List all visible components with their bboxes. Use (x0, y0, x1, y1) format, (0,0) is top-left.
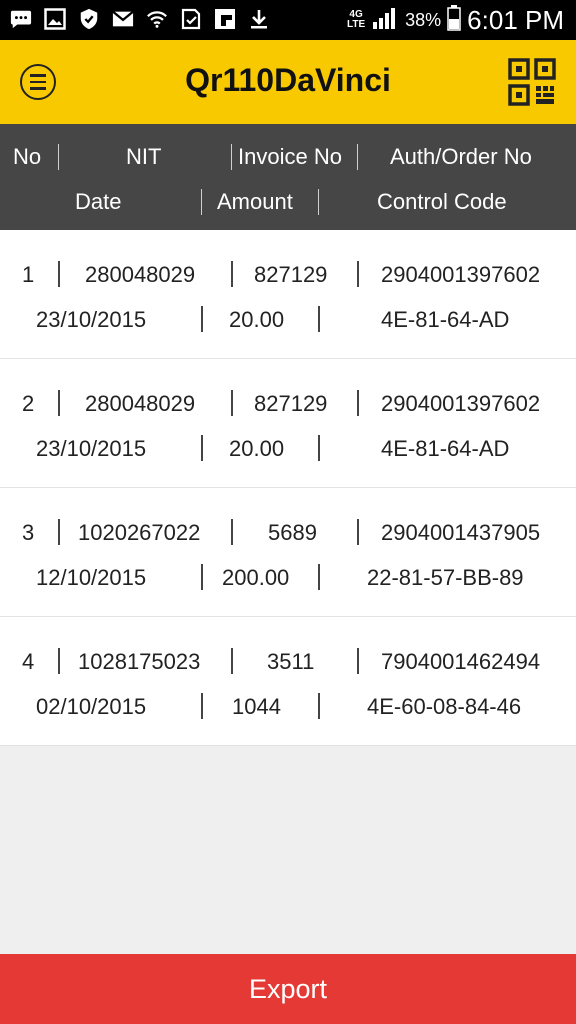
invoice-row[interactable]: 1 280048029 827129 2904001397602 23/10/2… (0, 230, 576, 359)
invoice-auth-order: 7904001462494 (381, 649, 541, 674)
notification-icons (10, 8, 270, 30)
cell-divider (201, 564, 203, 590)
cell-divider (58, 390, 60, 416)
column-header: No NIT Invoice No Auth/Order No Date Amo… (0, 124, 576, 230)
invoice-amount: 200.00 (222, 565, 290, 590)
invoice-amount: 20.00 (229, 307, 285, 332)
cell-divider (357, 519, 359, 545)
clock: 6:01 PM (467, 4, 564, 35)
cell-divider (201, 306, 203, 332)
invoice-no-index: 4 (22, 649, 35, 674)
shield-icon (78, 8, 100, 30)
invoice-list: 1 280048029 827129 2904001397602 23/10/2… (0, 230, 576, 746)
column-invoice-no: Invoice No (238, 144, 342, 169)
invoice-number: 5689 (268, 520, 317, 545)
invoice-auth-order: 2904001397602 (381, 391, 541, 416)
flipboard-icon (214, 8, 236, 30)
invoice-nit: 280048029 (85, 262, 196, 287)
lte-icon: 4G LTE (346, 9, 366, 30)
invoice-row[interactable]: 4 1028175023 3511 7904001462494 02/10/20… (0, 617, 576, 746)
download-check-icon (180, 8, 202, 30)
download-icon (248, 8, 270, 30)
column-divider (231, 144, 232, 170)
chat-icon (10, 8, 32, 30)
cell-divider (318, 306, 320, 332)
invoice-date: 12/10/2015 (36, 565, 147, 590)
invoice-auth-order: 2904001397602 (381, 262, 541, 287)
invoice-control-code: 4E-81-64-AD (381, 436, 510, 461)
app-title: Qr110DaVinci (185, 62, 391, 98)
image-icon (44, 8, 66, 30)
column-control-code: Control Code (377, 189, 507, 214)
invoice-number: 827129 (254, 391, 328, 416)
system-indicators: 4G LTE 38% 6:01 PM (347, 4, 564, 36)
cell-divider (357, 261, 359, 287)
invoice-row[interactable]: 2 280048029 827129 2904001397602 23/10/2… (0, 359, 576, 488)
battery-percent: 38% (405, 9, 442, 30)
qr-scan-button[interactable] (508, 58, 556, 106)
column-date: Date (75, 189, 122, 214)
wifi-icon (146, 8, 168, 30)
cell-divider (58, 261, 60, 287)
column-divider (201, 189, 202, 215)
invoice-nit: 1028175023 (78, 649, 201, 674)
invoice-number: 827129 (254, 262, 328, 287)
signal-icon (371, 6, 399, 35)
invoice-amount: 20.00 (229, 436, 285, 461)
cell-divider (318, 564, 320, 590)
invoice-date: 23/10/2015 (36, 436, 147, 461)
cell-divider (201, 435, 203, 461)
column-no: No (13, 144, 42, 169)
cell-divider (357, 390, 359, 416)
cell-divider (201, 693, 203, 719)
invoice-no-index: 1 (22, 262, 35, 287)
column-nit: NIT (126, 144, 162, 169)
cell-divider (58, 648, 60, 674)
invoice-nit: 280048029 (85, 391, 196, 416)
battery-icon (447, 4, 461, 36)
invoice-row[interactable]: 3 1020267022 5689 2904001437905 12/10/20… (0, 488, 576, 617)
qr-code-icon (508, 58, 556, 106)
cell-divider (318, 693, 320, 719)
app-bar: Qr110DaVinci (0, 40, 576, 124)
cell-divider (231, 519, 233, 545)
cell-divider (231, 648, 233, 674)
column-divider (58, 144, 59, 170)
invoice-nit: 1020267022 (78, 520, 201, 545)
invoice-no-index: 2 (22, 391, 35, 416)
network-label: 4G (349, 9, 363, 20)
invoice-auth-order: 2904001437905 (381, 520, 541, 545)
export-button[interactable]: Export (0, 954, 576, 1024)
invoice-date: 02/10/2015 (36, 694, 147, 719)
cell-divider (231, 390, 233, 416)
column-amount: Amount (217, 189, 293, 214)
invoice-date: 23/10/2015 (36, 307, 147, 332)
column-auth-order-no: Auth/Order No (390, 144, 532, 169)
cell-divider (231, 261, 233, 287)
column-divider (357, 144, 358, 170)
invoice-amount: 1044 (232, 694, 281, 719)
cell-divider (58, 519, 60, 545)
cell-divider (357, 648, 359, 674)
invoice-control-code: 22-81-57-BB-89 (367, 565, 524, 590)
invoice-number: 3511 (267, 649, 315, 674)
invoice-control-code: 4E-60-08-84-46 (367, 694, 522, 719)
column-divider (318, 189, 319, 215)
status-bar: 4G LTE 38% 6:01 PM (0, 0, 576, 40)
invoice-no-index: 3 (22, 520, 35, 545)
cell-divider (318, 435, 320, 461)
invoice-control-code: 4E-81-64-AD (381, 307, 510, 332)
mail-icon (112, 8, 134, 30)
